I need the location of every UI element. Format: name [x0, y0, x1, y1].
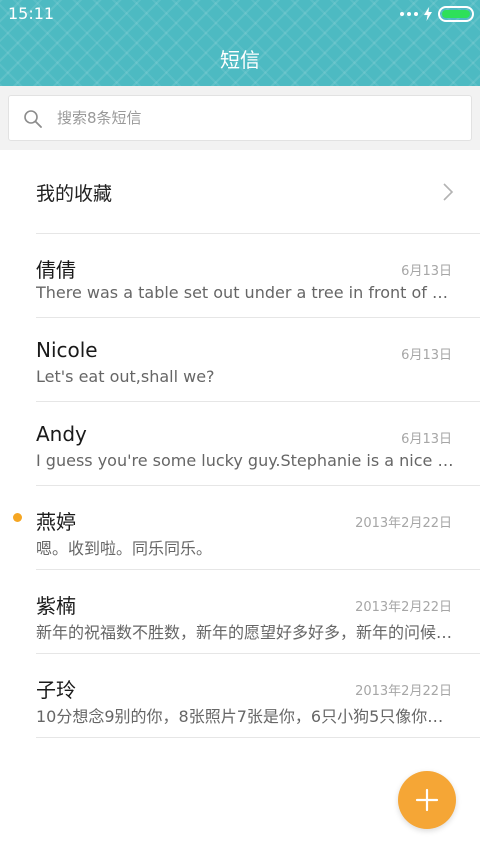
conversation-item[interactable]: Andy 6月13日 I guess you're some lucky guy… [0, 402, 480, 486]
status-time: 15:11 [8, 4, 55, 23]
status-bar: 15:11 [0, 0, 480, 28]
search-area [0, 86, 480, 150]
message-date: 2013年2月22日 [355, 600, 452, 615]
new-message-button[interactable] [398, 771, 456, 829]
divider [36, 737, 480, 738]
message-preview: 10分想念9别的你，8张照片7张是你，6只小狗5只像你，4季变换 [36, 707, 454, 726]
conversation-item[interactable]: 燕婷 2013年2月22日 嗯。收到啦。同乐同乐。 [0, 486, 480, 570]
conversation-item[interactable]: Nicole 6月13日 Let's eat out,shall we? [0, 318, 480, 402]
search-input[interactable] [55, 96, 455, 140]
conversation-item[interactable]: 子玲 2013年2月22日 10分想念9别的你，8张照片7张是你，6只小狗5只像… [0, 654, 480, 738]
app-header: 15:11 短信 [0, 0, 480, 86]
message-preview: Let's eat out,shall we? [36, 367, 215, 386]
contact-name: 紫楠 [36, 594, 76, 618]
page-title: 短信 [220, 48, 260, 72]
message-preview: 嗯。收到啦。同乐同乐。 [36, 539, 213, 558]
contact-name: 倩倩 [36, 258, 76, 282]
contact-name: 燕婷 [36, 510, 76, 534]
message-date: 6月13日 [401, 264, 452, 279]
battery-level [442, 10, 470, 18]
message-preview: I guess you're some lucky guy.Stephanie … [36, 451, 454, 470]
message-preview: There was a table set out under a tree i… [36, 283, 454, 302]
contact-name: Andy [36, 422, 87, 446]
plus-icon [415, 788, 439, 812]
signal-dots-icon [400, 12, 418, 16]
chevron-right-icon [443, 183, 454, 201]
charging-bolt-icon [424, 7, 432, 21]
battery-icon [438, 6, 474, 22]
conversation-item[interactable]: 紫楠 2013年2月22日 新年的祝福数不胜数，新年的愿望好多好多，新年的问候一… [0, 570, 480, 654]
message-preview: 新年的祝福数不胜数，新年的愿望好多好多，新年的问候一声一声 [36, 623, 454, 642]
message-date: 6月13日 [401, 348, 452, 363]
unread-indicator [13, 513, 22, 522]
search-icon [24, 110, 42, 128]
message-date: 2013年2月22日 [355, 684, 452, 699]
contact-name: Nicole [36, 338, 98, 362]
contact-name: 子玲 [36, 678, 76, 702]
conversation-item[interactable]: 倩倩 6月13日 There was a table set out under… [0, 234, 480, 318]
search-box[interactable] [8, 95, 472, 141]
message-date: 6月13日 [401, 432, 452, 447]
favorites-row[interactable]: 我的收藏 [0, 150, 480, 234]
favorites-label: 我的收藏 [36, 183, 113, 205]
status-icons [400, 6, 474, 22]
message-date: 2013年2月22日 [355, 516, 452, 531]
